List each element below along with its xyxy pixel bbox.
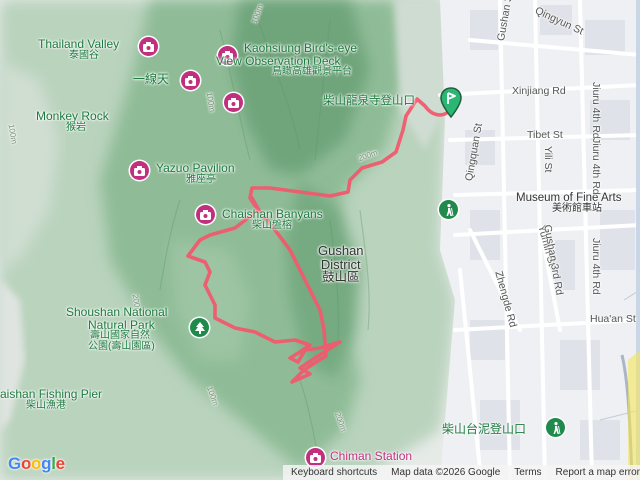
camera-icon[interactable] (139, 37, 158, 56)
label-text: Monkey Rock (36, 109, 109, 123)
camera-icon[interactable] (130, 161, 149, 180)
label-text: Yazuo Pavilion (156, 161, 235, 175)
label-yixiantian[interactable]: 一線天 (133, 73, 169, 86)
street-jiuru-4th-rd-low: Jiuru 4th Rd (590, 238, 602, 295)
report-map-error-link[interactable]: Report a map error (556, 467, 640, 478)
label-subtext: 美術館車站 (552, 203, 602, 215)
street-xinjiang: Xinjiang Rd (512, 85, 566, 97)
label-subtext: 泰國谷 (69, 49, 99, 61)
street-huaan: Hua'an St (590, 313, 636, 325)
map-footer: Keyboard shortcuts Map data ©2026 Google… (283, 465, 640, 480)
label-text: Kaohsiung Bird's-eye (244, 41, 358, 55)
hiker-icon[interactable] (439, 200, 458, 219)
label-longquan-trailhead[interactable]: 柴山龍泉寺登山口 (323, 95, 415, 107)
label-yazuo-pavilion[interactable]: Yazuo Pavilion 雅座亭 (156, 162, 235, 185)
label-shoushan-park[interactable]: Shoushan National Natural Park 壽山國家自然 公園… (66, 306, 167, 352)
label-text: aishan Fishing Pier (0, 387, 103, 401)
map-canvas[interactable]: 100m 200m 100m 200m 100m 200m 100m Thail… (0, 0, 640, 480)
label-subtext: 雅座亭 (186, 173, 216, 185)
label-subtext: 鳥瞰高雄觀景平台 (272, 66, 352, 78)
label-text: Thailand Valley (38, 37, 120, 51)
camera-icon[interactable] (224, 93, 243, 112)
location-pin-icon[interactable] (439, 87, 463, 119)
label-fishing-pier[interactable]: aishan Fishing Pier 柴山漁港 (0, 388, 102, 411)
label-gushan-district: Gushan District 鼓山區 (318, 244, 364, 284)
label-museum-fine-arts[interactable]: Museum of Fine Arts 美術館車站 (516, 192, 621, 215)
map-data-attribution: Map data ©2026 Google (391, 467, 501, 478)
camera-icon[interactable] (181, 71, 200, 90)
label-subtext: 公園(壽山園區) (88, 340, 155, 352)
label-subtext: 柴山漁港 (26, 399, 66, 411)
label-birds-eye-deck[interactable]: Kaohsiung Bird's-eye View Observation De… (216, 41, 358, 78)
keyboard-shortcuts-link[interactable]: Keyboard shortcuts (291, 467, 377, 478)
label-subtext: 柴山盤榕 (252, 219, 292, 231)
street-jiuru-4th-rd-top: Jiuru 4th Rd (590, 82, 602, 139)
label-text: Gushan (318, 243, 364, 258)
street-jiuru-4th-rd-mid: Jiuru 4th Rd (590, 138, 602, 195)
google-logo: Google (8, 454, 65, 473)
camera-icon[interactable] (196, 205, 215, 224)
label-thailand-valley[interactable]: Thailand Valley 泰國谷 (38, 38, 119, 61)
label-monkey-rock[interactable]: Monkey Rock 猴岩 (36, 110, 109, 133)
label-taini-trailhead[interactable]: 柴山台泥登山口 (442, 423, 526, 436)
terms-link[interactable]: Terms (514, 467, 541, 478)
label-chiman-station[interactable]: Chiman Station (330, 450, 412, 463)
street-tibet: Tibet St (527, 129, 563, 141)
label-text: Chaishan Banyans (222, 207, 323, 221)
tree-icon[interactable] (190, 318, 209, 337)
street-yili: Yili St (542, 146, 554, 173)
hiker-icon[interactable] (546, 418, 565, 437)
label-subtext: 猴岩 (66, 121, 86, 133)
label-subtext: 鼓山區 (322, 270, 360, 285)
label-chaishan-banyans[interactable]: Chaishan Banyans 柴山盤榕 (222, 208, 323, 231)
label-text: Shoushan National (66, 305, 168, 319)
